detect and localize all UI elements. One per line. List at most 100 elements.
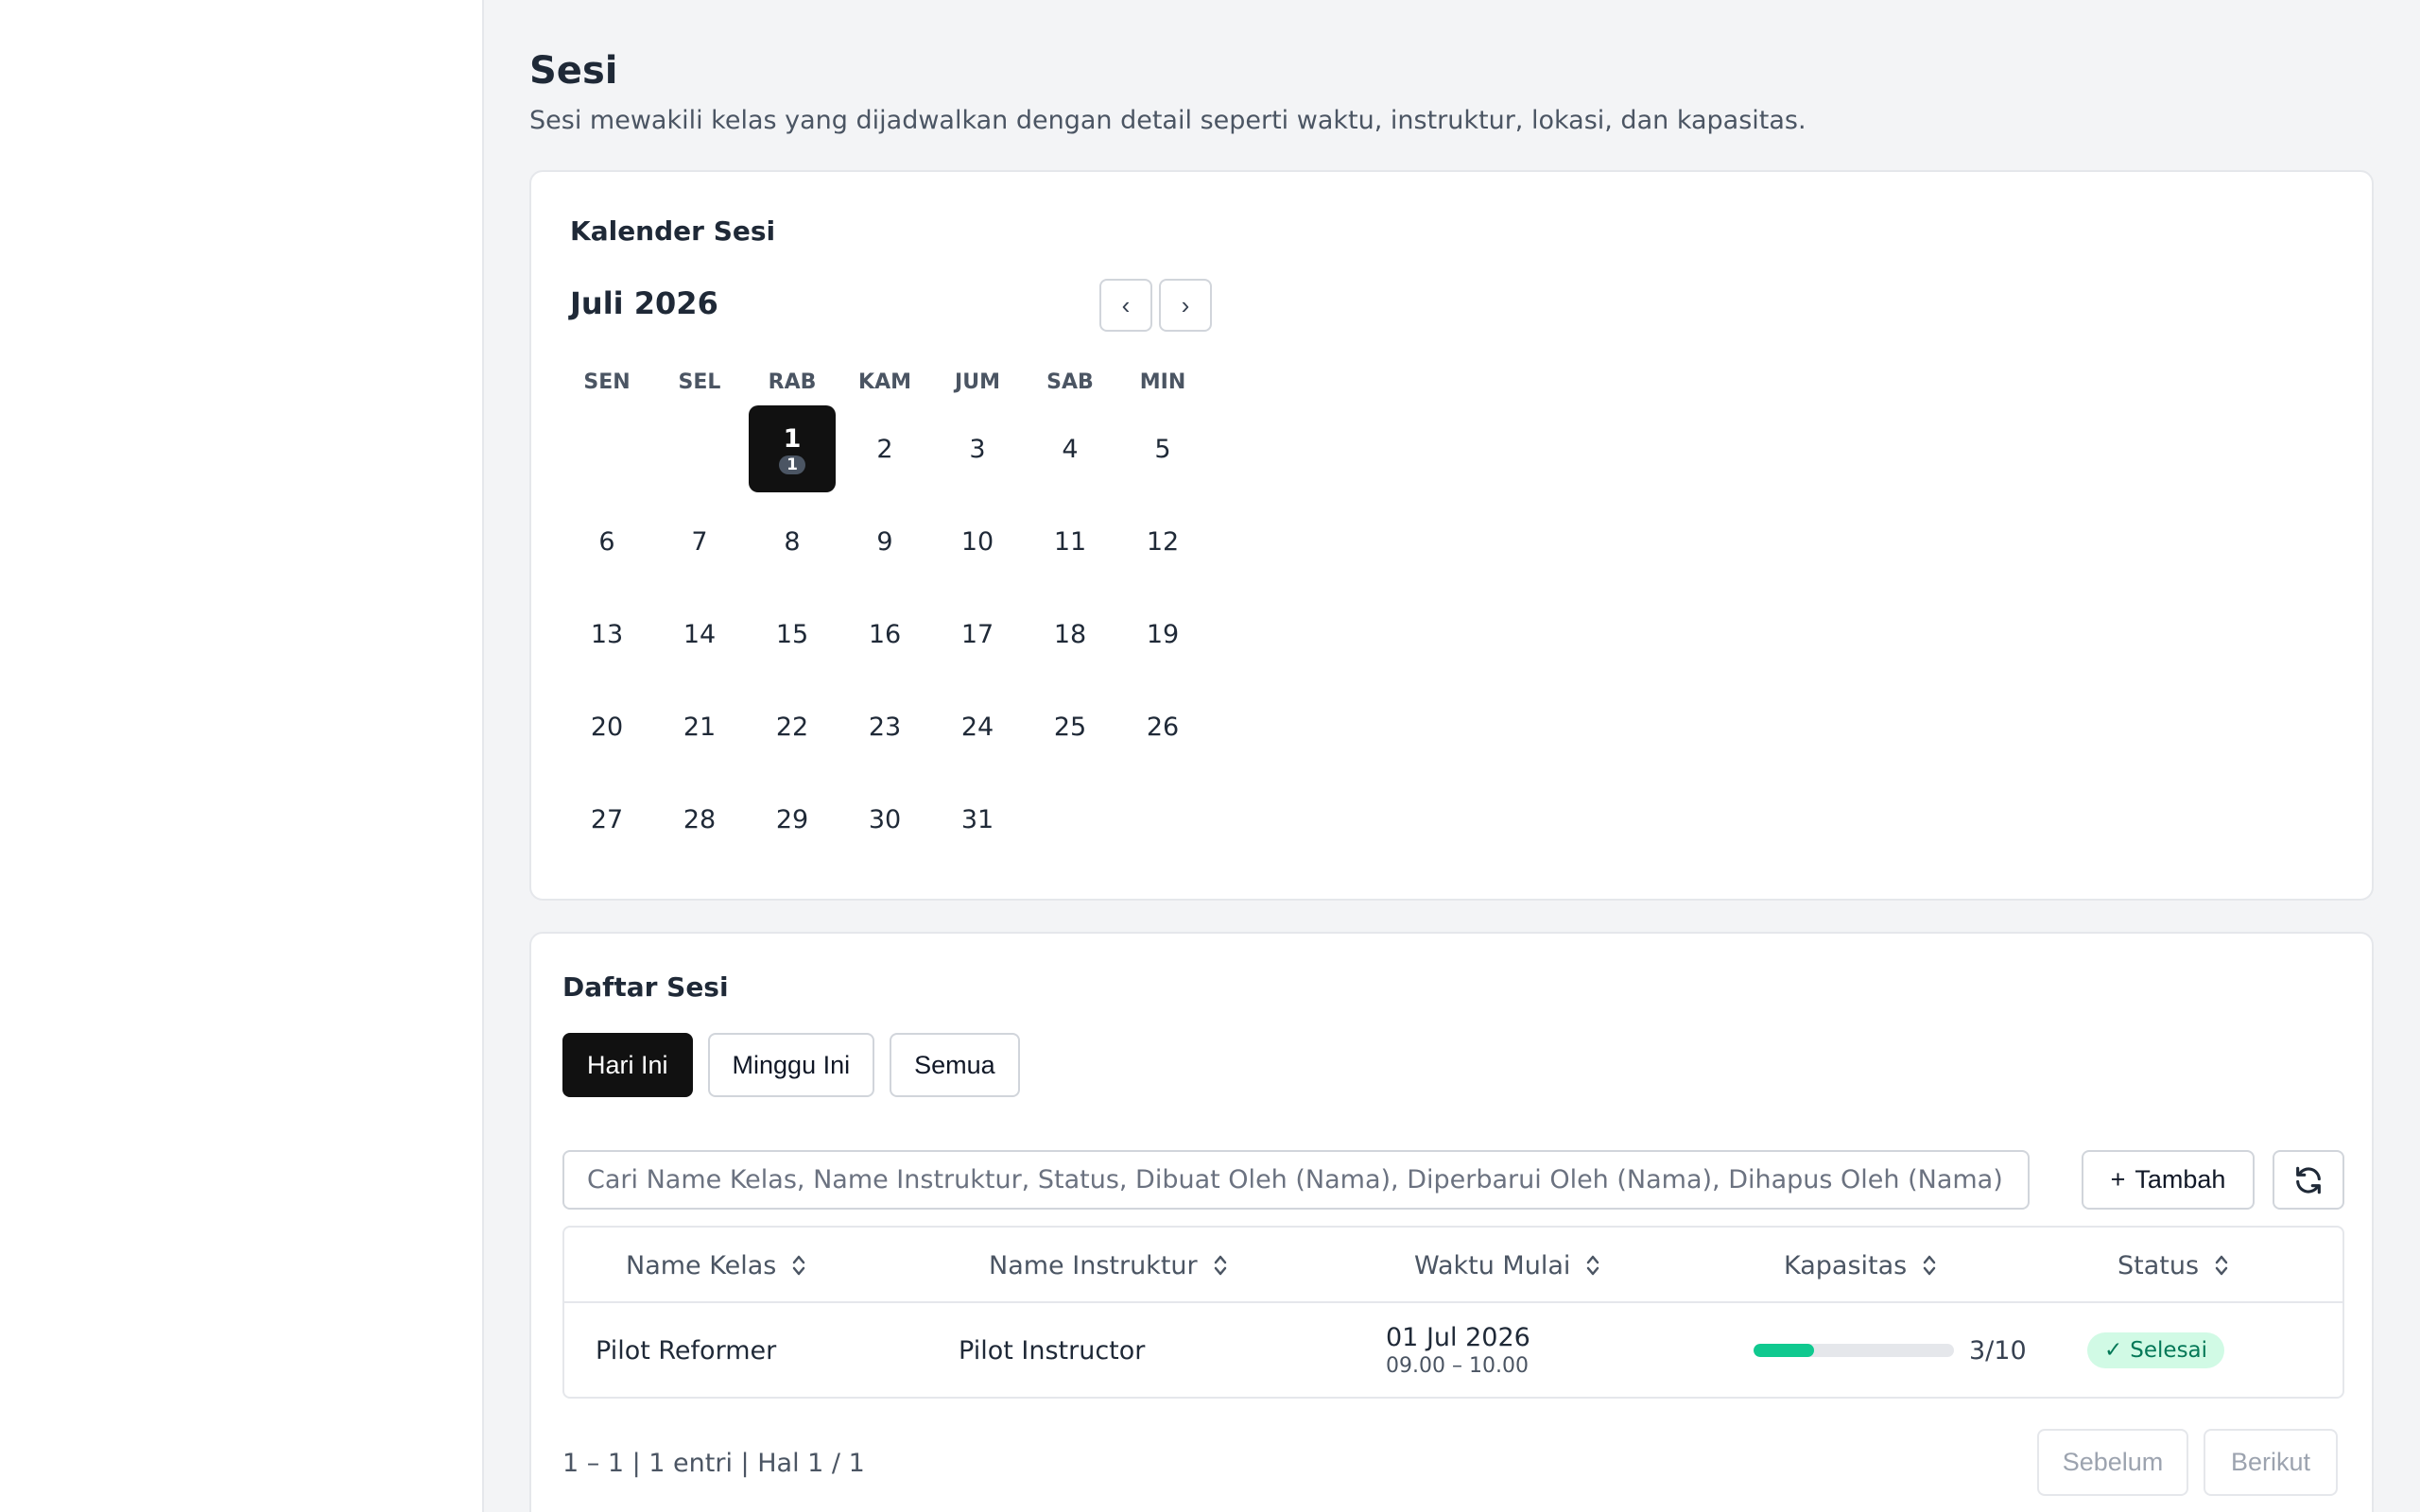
calendar-day-6[interactable]: 6 [561, 495, 653, 588]
calendar-day-17[interactable]: 17 [931, 588, 1024, 680]
day-number: 31 [960, 804, 994, 834]
calendar-day-11[interactable]: 11 [1024, 495, 1116, 588]
calendar-card-title: Kalender Sesi [570, 215, 776, 247]
calendar-next-button[interactable]: › [1159, 279, 1212, 332]
weekday-header: KAM [858, 369, 911, 394]
cell-instructor: Pilot Instructor [959, 1335, 1146, 1366]
day-number: 3 [969, 434, 986, 464]
sort-icon [1214, 1255, 1226, 1276]
calendar-day-29[interactable]: 29 [746, 773, 838, 866]
calendar-day-20[interactable]: 20 [561, 680, 653, 773]
day-number: 8 [784, 526, 801, 557]
calendar-day-8[interactable]: 8 [746, 495, 838, 588]
table-header: Name Kelas Name Instruktur Waktu Mulai K… [564, 1228, 2342, 1303]
tab-hari-ini[interactable]: Hari Ini [562, 1033, 693, 1097]
day-number: 18 [1053, 619, 1087, 649]
calendar-day-16[interactable]: 16 [838, 588, 931, 680]
calendar-day-30[interactable]: 30 [838, 773, 931, 866]
calendar-day-14[interactable]: 14 [653, 588, 746, 680]
session-count-badge: 1 [779, 455, 805, 474]
start-time-range: 09.00 – 10.00 [1386, 1354, 1529, 1378]
calendar-day-1[interactable]: 11 [746, 403, 838, 495]
day-number: 11 [1053, 526, 1087, 557]
column-label: Name Instruktur [989, 1250, 1198, 1280]
calendar-day-3[interactable]: 3 [931, 403, 1024, 495]
day-number: 23 [868, 712, 902, 742]
cell-start-time: 01 Jul 2026 09.00 – 10.00 [1386, 1303, 1530, 1397]
day-number: 17 [960, 619, 994, 649]
day-number: 7 [691, 526, 708, 557]
refresh-button[interactable] [2273, 1150, 2344, 1210]
calendar-day-9[interactable]: 9 [838, 495, 931, 588]
column-header-status[interactable]: Status [2118, 1228, 2229, 1303]
column-header-start-time[interactable]: Waktu Mulai [1414, 1228, 1600, 1303]
day-number: 4 [1062, 434, 1079, 464]
calendar-day-27[interactable]: 27 [561, 773, 653, 866]
session-list-card: Daftar Sesi Hari Ini Minggu Ini Semua + … [529, 932, 2374, 1512]
add-session-label: Tambah [2135, 1165, 2226, 1194]
calendar-day-23[interactable]: 23 [838, 680, 931, 773]
day-number: 14 [683, 619, 717, 649]
calendar-day-5[interactable]: 5 [1116, 403, 1209, 495]
calendar-grid: SEN SEL RAB KAM JUM SAB MIN 1 1 2 3 4 5 6 7 8 9 10 11 12 13 1… [561, 361, 1209, 866]
day-number: 22 [775, 712, 809, 742]
calendar-day-2[interactable]: 2 [838, 403, 931, 495]
calendar-day-12[interactable]: 12 [1116, 495, 1209, 588]
calendar-day-7[interactable]: 7 [653, 495, 746, 588]
plus-icon: + [2110, 1165, 2126, 1194]
capacity-text: 3/10 [1969, 1335, 2027, 1366]
day-number: 5 [1154, 434, 1171, 464]
tab-minggu-ini[interactable]: Minggu Ini [707, 1033, 875, 1097]
column-header-class[interactable]: Name Kelas [626, 1228, 806, 1303]
calendar-day-31[interactable]: 31 [931, 773, 1024, 866]
calendar-empty-cell [561, 403, 653, 495]
calendar-day-4[interactable]: 4 [1024, 403, 1116, 495]
day-number: 30 [868, 804, 902, 834]
day-number: 15 [775, 619, 809, 649]
column-label: Status [2118, 1250, 2200, 1280]
calendar-day-15[interactable]: 15 [746, 588, 838, 680]
session-filter-tabs: Hari Ini Minggu Ini Semua [562, 1033, 1020, 1097]
calendar-day-13[interactable]: 13 [561, 588, 653, 680]
calendar-empty-cell [653, 403, 746, 495]
day-number: 24 [960, 712, 994, 742]
weekday-header: SEN [583, 369, 631, 394]
calendar-month-label: Juli 2026 [570, 285, 718, 321]
calendar-day-26[interactable]: 26 [1116, 680, 1209, 773]
day-number: 20 [590, 712, 624, 742]
day-number: 6 [598, 526, 615, 557]
calendar-prev-button[interactable]: ‹ [1099, 279, 1152, 332]
calendar-day-10[interactable]: 10 [931, 495, 1024, 588]
weekday-header: JUM [955, 369, 1000, 394]
calendar-day-19[interactable]: 19 [1116, 588, 1209, 680]
sort-icon [793, 1255, 805, 1276]
tab-semua[interactable]: Semua [890, 1033, 1020, 1097]
next-page-button[interactable]: Berikut [2204, 1429, 2338, 1496]
search-input[interactable] [562, 1150, 2030, 1210]
weekday-header: RAB [768, 369, 817, 394]
calendar-day-22[interactable]: 22 [746, 680, 838, 773]
day-number: 9 [876, 526, 893, 557]
calendar-day-28[interactable]: 28 [653, 773, 746, 866]
prev-page-button[interactable]: Sebelum [2037, 1429, 2188, 1496]
cell-status: ✓ Selesai [2087, 1303, 2225, 1397]
weekday-header: MIN [1139, 369, 1186, 394]
day-number: 27 [590, 804, 624, 834]
status-label: Selesai [2130, 1338, 2208, 1363]
table-row[interactable]: Pilot Reformer Pilot Instructor 01 Jul 2… [564, 1303, 2342, 1397]
day-number: 26 [1146, 712, 1180, 742]
column-label: Waktu Mulai [1414, 1250, 1571, 1280]
day-number: 29 [775, 804, 809, 834]
calendar-day-18[interactable]: 18 [1024, 588, 1116, 680]
add-session-button[interactable]: + Tambah [2082, 1150, 2255, 1210]
capacity-bar [1754, 1344, 1954, 1357]
cell-class-name: Pilot Reformer [596, 1335, 777, 1366]
column-header-capacity[interactable]: Kapasitas [1784, 1228, 1937, 1303]
weekday-header: SAB [1046, 369, 1094, 394]
calendar-day-24[interactable]: 24 [931, 680, 1024, 773]
column-header-instructor[interactable]: Name Instruktur [989, 1228, 1228, 1303]
day-number: 16 [868, 619, 902, 649]
calendar-day-21[interactable]: 21 [653, 680, 746, 773]
calendar-day-25[interactable]: 25 [1024, 680, 1116, 773]
session-table: Name Kelas Name Instruktur Waktu Mulai K… [562, 1226, 2344, 1399]
